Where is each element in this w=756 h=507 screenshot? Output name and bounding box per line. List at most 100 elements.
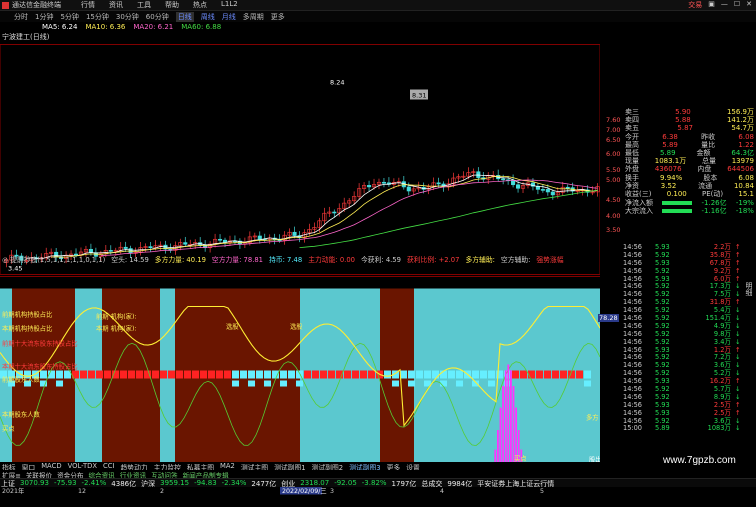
menu-item[interactable]: 帮助 [165,0,179,10]
indicator-tab[interactable]: 趋势动力 [120,462,147,470]
month-tick: 12 [78,488,86,495]
signal-block [312,370,319,379]
indicator-value: 空头: 14.59 [111,256,149,263]
menu-item[interactable]: 热点 [193,0,207,10]
indicator-tab[interactable]: 设置 [406,462,420,470]
signal-block [192,370,199,379]
signal-block [392,380,399,387]
signal-block [248,370,255,379]
signal-block [160,370,167,379]
period-tab[interactable]: 60分钟 [146,12,169,22]
indicator-tab[interactable]: 测试主图 [241,462,268,470]
menu-item[interactable]: 工具 [137,0,151,10]
signal-block [296,380,303,387]
menu-item[interactable]: 行情 [81,0,95,10]
candle-body [381,181,386,184]
period-tab[interactable]: 15分钟 [86,12,109,22]
high-price-label: 8.24 [330,79,344,87]
quote-row: 今开 6.38 昨收 6.08 [623,133,756,141]
window-button[interactable]: ▣ [708,0,715,10]
signal-block [360,370,367,379]
indicator-label: 买点 [2,425,15,433]
select-label: 选股 [290,322,303,331]
quote-value2: 64.3亿 [731,148,754,157]
quote-label2: 量比 [701,140,716,149]
indicator-band [160,288,175,485]
quote-row: 卖四 5.88 141.2万 [623,116,756,124]
indicator-tab[interactable]: 指标 [2,462,16,470]
tick-list[interactable]: 14:56 5.93 2.2万 ↑ 14:56 5.92 35.8万 ↑ 14:56 5.93 67… [623,243,756,449]
indicator-tab[interactable]: 测试副图1 [274,462,306,470]
period-tab[interactable]: 月线 [222,12,236,22]
quote-label2: PE(动) [702,189,724,198]
window-button[interactable]: — [721,0,728,10]
indicator-tab[interactable]: 私募主图 [187,462,214,470]
menu-item[interactable]: 资讯 [109,0,123,10]
price-tick: 7.60 [606,116,621,124]
quote-value2: 644506 [727,165,754,174]
index-status-bar: 上证 3070.93 -75.93 -2.41% 4386亿 沪深 3959.15 -94.8… [0,478,756,487]
flow-value: -1.16亿 [701,207,727,216]
trade-button[interactable]: 交易 [688,0,702,10]
window-button[interactable]: ✕ [746,0,752,10]
period-tab[interactable]: 日线 [175,11,194,22]
index-value: -2.34% [221,479,247,487]
indicator-value: 空方辅助: [500,256,531,263]
index-value: -92.05 [334,479,357,487]
signal-block [512,370,519,379]
quote-label: 卖四 [625,116,639,125]
tick-price: 5.89 [655,424,670,433]
kline-chart[interactable]: 8.24 8.31 3.45 前期机构持股占比本期机构持股占比前期十大流东股东持股占比… [0,22,600,507]
signal-block [248,380,255,387]
period-tab[interactable]: 周线 [201,12,215,22]
indicator-tab[interactable]: CCI [103,462,115,470]
price-tick: 7.00 [606,126,621,134]
indicator-tab[interactable]: VOL-TDX [68,462,97,470]
indicator-tab[interactable]: 更多 [387,462,401,470]
signal-block [288,370,295,379]
indicator-tab[interactable]: 测试副图3 [349,462,381,470]
indicator-tab[interactable]: MA2 [220,462,235,470]
indicator-band [414,288,585,485]
signal-block [56,380,63,387]
indicator-tab[interactable]: 主力监控 [154,462,181,470]
period-tab[interactable]: 多周期 [243,12,264,22]
indicator-tab[interactable]: 测试副图2 [312,462,344,470]
signal-block [152,370,159,379]
period-tab[interactable]: 分时 [14,12,28,22]
tick-list-label[interactable]: 明细 [744,282,754,296]
indicator-tab[interactable]: 窗口 [22,462,36,470]
index-value: 9984亿 [447,480,473,487]
quote-row: 卖五 5.87 54.7万 [623,124,756,132]
quote-label: 收益(三) [625,189,652,198]
signal-block [80,370,87,379]
indicator-value: 多方辅助: [465,256,495,263]
indicator-label: 前期机构持股占比 [2,310,52,319]
indicator-label: 前期股东人数 [2,375,40,384]
signal-block [488,370,495,379]
quote-value2: 10.84 [733,181,754,190]
period-tab[interactable]: 1分钟 [35,12,53,22]
quote-row: 卖三 5.90 156.9万 [623,108,756,116]
quote-row: 外盘 436076 内盘 644506 [623,165,756,173]
quote-label: 今开 [625,132,639,141]
month-tick: 2021年 [2,486,24,495]
price-tick: 3.50 [606,226,621,234]
indicator-tab[interactable]: MACD [41,462,61,470]
period-tab[interactable]: 30分钟 [116,12,139,22]
signal-block [344,370,351,379]
menu-item[interactable]: L1L2 [221,0,238,10]
price-axis: 7.60 7.00 6.50 6.00 5.50 5.00 4.50 4.00 3.50 78.2… [598,22,623,462]
date-cursor-label: 2022/02/09/三 [282,487,327,495]
period-tab[interactable]: 5分钟 [60,12,78,22]
period-tab[interactable]: 更多 [271,12,285,22]
high-price-label: 8.31 [412,92,426,100]
indicator-value: 获利比例: +2.07 [406,256,460,263]
indicator-title: ◎ 提前抄底(1,5,1,1,1,1,1,0,1,1) 空头: 14.59 多方力量… [0,254,600,263]
indicator-band [300,288,380,485]
window-button[interactable]: ☐ [734,0,740,10]
tick-side-icon: ↓ [735,424,741,433]
ma-legend: MA5: 6.24 MA10: 6.36 MA20: 6.21 MA60: 6.88 [40,23,221,32]
index-value: 3070.93 [20,479,49,487]
signal-block [480,370,487,379]
